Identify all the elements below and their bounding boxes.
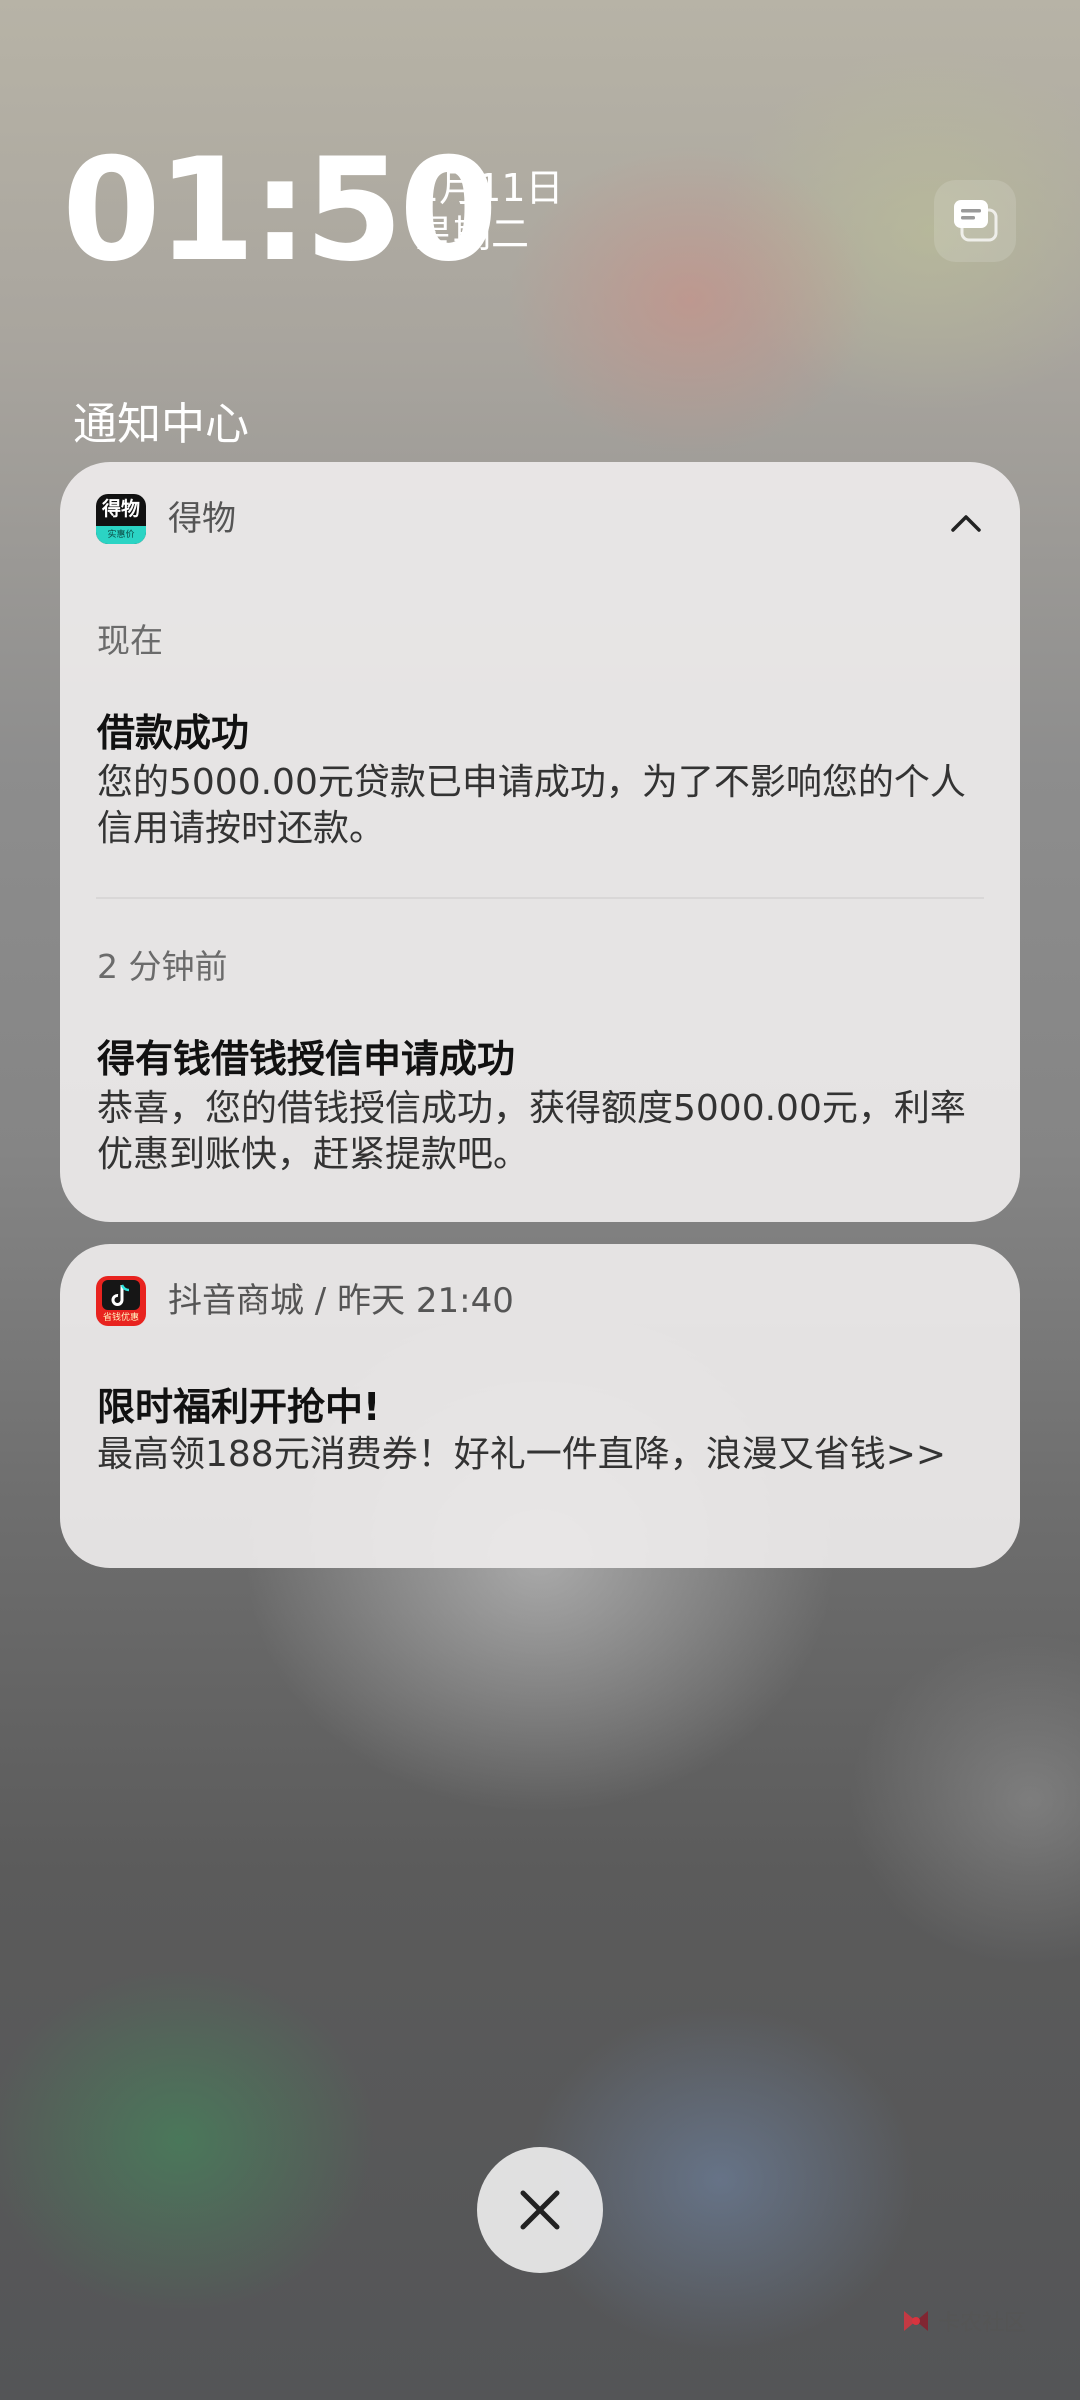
douyin-icon-top xyxy=(102,1280,140,1310)
notification-body: 恭喜，您的借钱授信成功，获得额度5000.00元，利率优惠到账快，赶紧提款吧。 xyxy=(97,1088,966,1175)
notification-center-title: 通知中心 xyxy=(73,399,249,450)
dewu-icon-text: 得物 xyxy=(101,498,140,520)
music-note-icon xyxy=(111,1284,130,1306)
watermark: 卡农社区 xyxy=(900,2305,1026,2337)
dewu-icon-subtext: 实惠价 xyxy=(107,530,135,540)
notification-body: 您的5000.00元贷款已申请成功，为了不影响您的个人信用请按时还款。 xyxy=(97,762,966,849)
notification-title: 得有钱借钱授信申请成功 xyxy=(97,1037,516,1081)
dewu-app-icon: 得物 实惠价 xyxy=(96,494,146,544)
collapse-button[interactable] xyxy=(936,492,996,552)
weekday-text: 星期二 xyxy=(415,212,530,256)
notification-style-button[interactable] xyxy=(934,180,1016,262)
notification-title: 借款成功 xyxy=(97,711,250,755)
douyin-mall-app-icon: 省钱优惠 xyxy=(96,1276,146,1326)
notification-body: 最高领188元消费券！好礼一件直降，浪漫又省钱>> xyxy=(97,1434,947,1475)
dewu-icon-band: 实惠价 xyxy=(96,526,146,544)
dewu-app-name: 得物 xyxy=(168,499,236,539)
clear-notifications-button[interactable] xyxy=(477,2147,603,2273)
notification-group-douyin-mall[interactable]: 省钱优惠 抖音商城 / 昨天 21:40 限时福利开抢中! 最高领188元消费券… xyxy=(60,1244,1020,1568)
date-block: 2月11日 星期二 xyxy=(415,165,564,257)
watermark-text: 卡农社区 xyxy=(938,2311,1027,2336)
date-text: 2月11日 xyxy=(415,166,564,210)
divider xyxy=(96,897,984,899)
close-icon xyxy=(520,2190,560,2230)
watermark-logo-icon xyxy=(904,2311,928,2331)
notification-time: 现在 xyxy=(97,621,163,660)
notification-time: 2 分钟前 xyxy=(97,947,228,986)
douyin-mall-app-name: 抖音商城 / 昨天 21:40 xyxy=(168,1281,514,1321)
notification-title: 限时福利开抢中! xyxy=(97,1385,381,1429)
douyin-icon-subtext: 省钱优惠 xyxy=(102,1313,139,1323)
chevron-up-icon xyxy=(951,515,981,532)
message-stack-icon xyxy=(954,200,998,242)
notification-group-dewu[interactable]: 得物 实惠价 得物 现在 借款成功 您的5000.00元贷款已申请成功，为了不影… xyxy=(60,462,1020,1222)
